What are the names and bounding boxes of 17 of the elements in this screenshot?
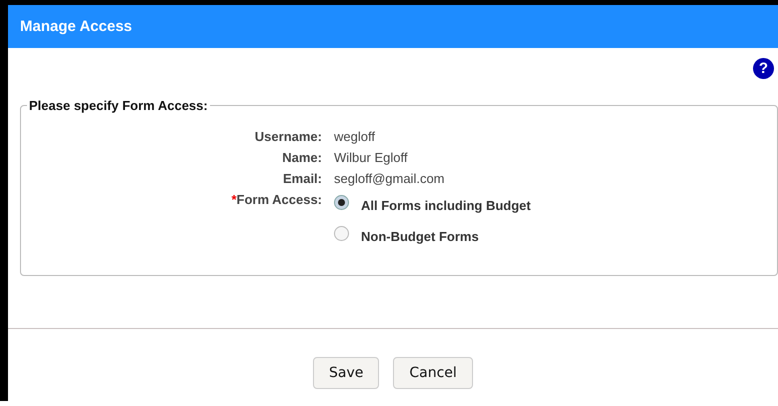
cancel-button[interactable]: Cancel — [393, 357, 473, 389]
field-label: Username: — [254, 129, 322, 144]
save-button[interactable]: Save — [313, 357, 380, 389]
radio-label[interactable]: Non-Budget Forms — [361, 229, 479, 244]
group-legend: Please specify Form Access: — [27, 98, 210, 113]
field-value: wegloff — [334, 129, 376, 144]
dialog-title: Manage Access — [20, 18, 132, 35]
field-label: Form Access: — [236, 192, 322, 207]
field-value: Wilbur Egloff — [334, 150, 408, 165]
required-mark: * — [231, 192, 236, 207]
field-label: Name: — [281, 150, 322, 165]
radio-label[interactable]: All Forms including Budget — [361, 198, 531, 213]
radio-button[interactable] — [334, 195, 349, 210]
help-icon[interactable]: ? — [753, 58, 774, 79]
field-label: Email: — [282, 171, 322, 186]
field-value: segloff@gmail.com — [334, 171, 446, 186]
radio-button[interactable] — [334, 226, 349, 241]
